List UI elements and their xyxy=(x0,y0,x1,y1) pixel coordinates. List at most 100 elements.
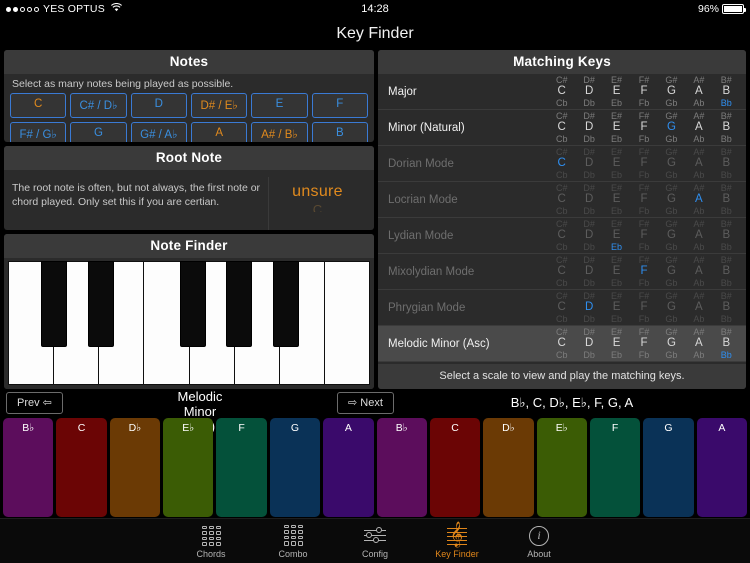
matching-key-row[interactable]: Dorian Mode C# D# E# F# G# A# B# C D E F G A B Cb Db Eb Fb… xyxy=(378,146,746,182)
matching-key-row[interactable]: Phrygian Mode C# D# E# F# G# A# B# C D E F G A B Cb Db Eb… xyxy=(378,290,746,326)
piano-black-key[interactable] xyxy=(180,261,206,348)
note-button[interactable]: G xyxy=(70,122,127,142)
matching-key-note: Gb xyxy=(665,278,678,288)
matching-key-note: A xyxy=(695,229,703,241)
tab-key-finder[interactable]: 𝄞 Key Finder xyxy=(416,523,498,559)
note-button[interactable]: G# / A♭ xyxy=(130,122,187,142)
matching-key-row[interactable]: Major C# D# E# F# G# A# B# C D E F G A B Cb Db Eb Fb Gb Ab Bb xyxy=(378,74,746,110)
scale-key-pad[interactable]: F xyxy=(589,418,641,517)
matching-key-note: Eb xyxy=(611,278,623,288)
scale-key-pad[interactable]: C xyxy=(429,418,481,517)
matching-key-note: A xyxy=(695,301,703,313)
note-button[interactable]: F xyxy=(311,93,368,118)
next-button[interactable]: ⇨ Next xyxy=(337,392,394,414)
matching-key-note: Bb xyxy=(720,314,732,324)
tab-icon-wrap xyxy=(334,524,416,548)
matching-keys-list: Major C# D# E# F# G# A# B# C D E F G A B Cb Db Eb Fb Gb Ab Bb… xyxy=(378,74,746,364)
scale-key-pad[interactable]: B♭ xyxy=(376,418,427,517)
piano-black-key[interactable] xyxy=(41,261,68,348)
note-button[interactable]: A# / B♭ xyxy=(251,122,308,142)
scale-key-pad-label: B♭ xyxy=(22,422,35,434)
note-finder-panel-title: Note Finder xyxy=(4,234,374,258)
matching-key-note: Ab xyxy=(693,134,705,144)
matching-key-note: E xyxy=(612,229,621,241)
matching-key-note: B# xyxy=(720,327,732,337)
matching-key-note: Ab xyxy=(693,314,705,324)
matching-key-note-grid: C# D# E# F# G# A# B# C D E F G A B Cb Db Eb Fb Gb Ab Bb xyxy=(548,327,740,360)
matching-key-note: Cb xyxy=(555,206,568,216)
matching-key-note: Ab xyxy=(693,98,705,108)
piano-white-key[interactable] xyxy=(323,261,370,385)
matching-key-row[interactable]: Mixolydian Mode C# D# E# F# G# A# B# C D E F G A B Cb Db… xyxy=(378,254,746,290)
root-note-picker[interactable]: unsure C xyxy=(268,177,366,230)
note-button[interactable]: C# / D♭ xyxy=(70,93,127,118)
prev-button[interactable]: Prev ⇦ xyxy=(6,392,63,414)
matching-key-note: C# xyxy=(555,147,568,157)
scale-key-pad[interactable]: E♭ xyxy=(163,418,214,517)
matching-key-row[interactable]: Minor (Natural) C# D# E# F# G# A# B# C D E F G A B Cb Db… xyxy=(378,110,746,146)
scale-key-pad[interactable]: D♭ xyxy=(109,418,161,517)
matching-key-note: F xyxy=(640,301,648,313)
note-button[interactable]: E xyxy=(251,93,308,118)
matching-key-row-label: Mixolydian Mode xyxy=(388,265,475,278)
matching-key-note: Gb xyxy=(665,206,678,216)
root-note-picker-value: unsure xyxy=(292,183,343,200)
scale-key-pad-label: A xyxy=(344,422,352,434)
matching-key-note: E# xyxy=(611,219,623,229)
matching-key-note: G xyxy=(666,193,676,205)
matching-key-note: C xyxy=(557,85,566,97)
matching-key-note-line: C# D# E# F# G# A# B# xyxy=(548,291,740,301)
matching-key-row[interactable]: Melodic Minor (Asc) C# D# E# F# G# A# B# C D E F G A B… xyxy=(378,326,746,362)
note-button[interactable]: D xyxy=(130,93,187,118)
matching-key-note-line: CDEFGAB xyxy=(548,265,740,278)
matching-key-note: G xyxy=(666,85,676,97)
matching-key-note: Eb xyxy=(611,314,623,324)
piano-keyboard[interactable] xyxy=(4,258,374,389)
matching-key-note: Ab xyxy=(693,350,705,360)
piano-black-key[interactable] xyxy=(226,261,253,348)
info-circle-icon: i xyxy=(529,525,549,546)
matching-key-note: B# xyxy=(720,183,732,193)
matching-key-note: D# xyxy=(583,183,595,193)
matching-key-note: Ab xyxy=(693,278,705,288)
matching-key-note: D xyxy=(584,265,594,277)
matching-key-note: Gb xyxy=(665,98,678,108)
scale-key-pad[interactable]: C xyxy=(56,418,107,517)
scale-key-pad[interactable]: A xyxy=(323,418,374,517)
matching-key-note: A xyxy=(695,337,703,349)
note-button[interactable]: F# / G♭ xyxy=(10,122,67,142)
matching-key-row[interactable]: Lydian Mode C# D# E# F# G# A# B# C D E F G A B Cb Db Eb Fb… xyxy=(378,218,746,254)
matching-key-note-grid: C# D# E# F# G# A# B# C D E F G A B Cb Db Eb Fb Gb Ab Bb xyxy=(548,75,740,108)
tab-config[interactable]: Config xyxy=(334,524,416,559)
scale-key-pad[interactable]: G xyxy=(269,418,321,517)
scale-key-pad[interactable]: D♭ xyxy=(483,418,534,517)
scale-key-pad[interactable]: G xyxy=(643,418,694,517)
tab-combo[interactable]: Combo xyxy=(252,524,334,559)
tab-about[interactable]: i About xyxy=(498,524,580,559)
matching-key-note: Cb xyxy=(555,170,568,180)
matching-key-note: Fb xyxy=(638,170,650,180)
matching-key-row[interactable]: Locrian Mode C# D# E# F# G# A# B# C D E F G A B Cb Db Eb F… xyxy=(378,182,746,218)
matching-key-note: G xyxy=(666,157,676,169)
scale-key-pad[interactable]: A xyxy=(696,418,748,517)
right-column: Matching Keys Major C# D# E# F# G# A# B# C D E F G A B… xyxy=(378,50,746,389)
scale-key-pad[interactable]: B♭ xyxy=(3,418,54,517)
scale-key-pad[interactable]: E♭ xyxy=(536,418,587,517)
matching-key-note: Ab xyxy=(693,170,705,180)
transport-left: Prev ⇦ xyxy=(6,392,172,414)
note-button[interactable]: A xyxy=(190,122,248,142)
note-button[interactable]: B xyxy=(311,122,368,142)
piano-black-key[interactable] xyxy=(272,261,299,348)
note-button[interactable]: C xyxy=(10,93,67,118)
piano-black-key[interactable] xyxy=(87,261,114,348)
matching-key-note: Eb xyxy=(611,350,623,360)
note-button[interactable]: D# / E♭ xyxy=(190,93,248,118)
root-note-body: The root note is often, but not always, … xyxy=(4,170,374,230)
scale-key-pad[interactable]: F xyxy=(216,418,267,517)
matching-key-note: Db xyxy=(583,350,595,360)
matching-key-note: Db xyxy=(583,314,595,324)
tab-chords[interactable]: Chords xyxy=(170,524,252,559)
matching-key-note: Eb xyxy=(611,98,623,108)
matching-key-row-label: Dorian Mode xyxy=(388,157,454,170)
matching-key-note: C# xyxy=(555,183,568,193)
